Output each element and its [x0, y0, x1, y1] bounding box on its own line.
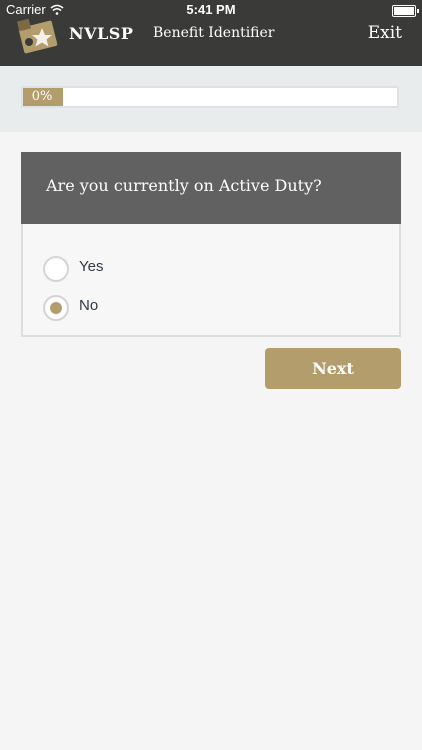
progress-label: 0%: [31, 89, 53, 104]
progress-bar: 0%: [21, 86, 399, 108]
clock: 5:41 PM: [186, 2, 236, 17]
next-button[interactable]: Next: [265, 348, 401, 389]
brand-name: NVLSP: [69, 24, 134, 43]
progress-section: 0%: [0, 66, 422, 132]
option-no[interactable]: No: [43, 295, 243, 321]
option-yes[interactable]: Yes: [43, 256, 243, 282]
answer-options: Yes No: [21, 224, 401, 337]
option-label-no: No: [79, 297, 99, 314]
app-header: NVLSP Benefit Identifier Exit: [0, 18, 422, 66]
radio-no[interactable]: [43, 295, 69, 321]
option-label-yes: Yes: [79, 258, 104, 275]
battery-icon: [392, 5, 419, 17]
question-header: Are you currently on Active Duty?: [21, 152, 401, 224]
status-bar: Carrier 5:41 PM: [0, 0, 422, 20]
nvlsp-logo-icon: [16, 16, 60, 54]
page-title: Benefit Identifier: [153, 25, 275, 41]
question-text: Are you currently on Active Duty?: [46, 176, 322, 195]
exit-button[interactable]: Exit: [368, 23, 402, 43]
radio-yes[interactable]: [43, 256, 69, 282]
